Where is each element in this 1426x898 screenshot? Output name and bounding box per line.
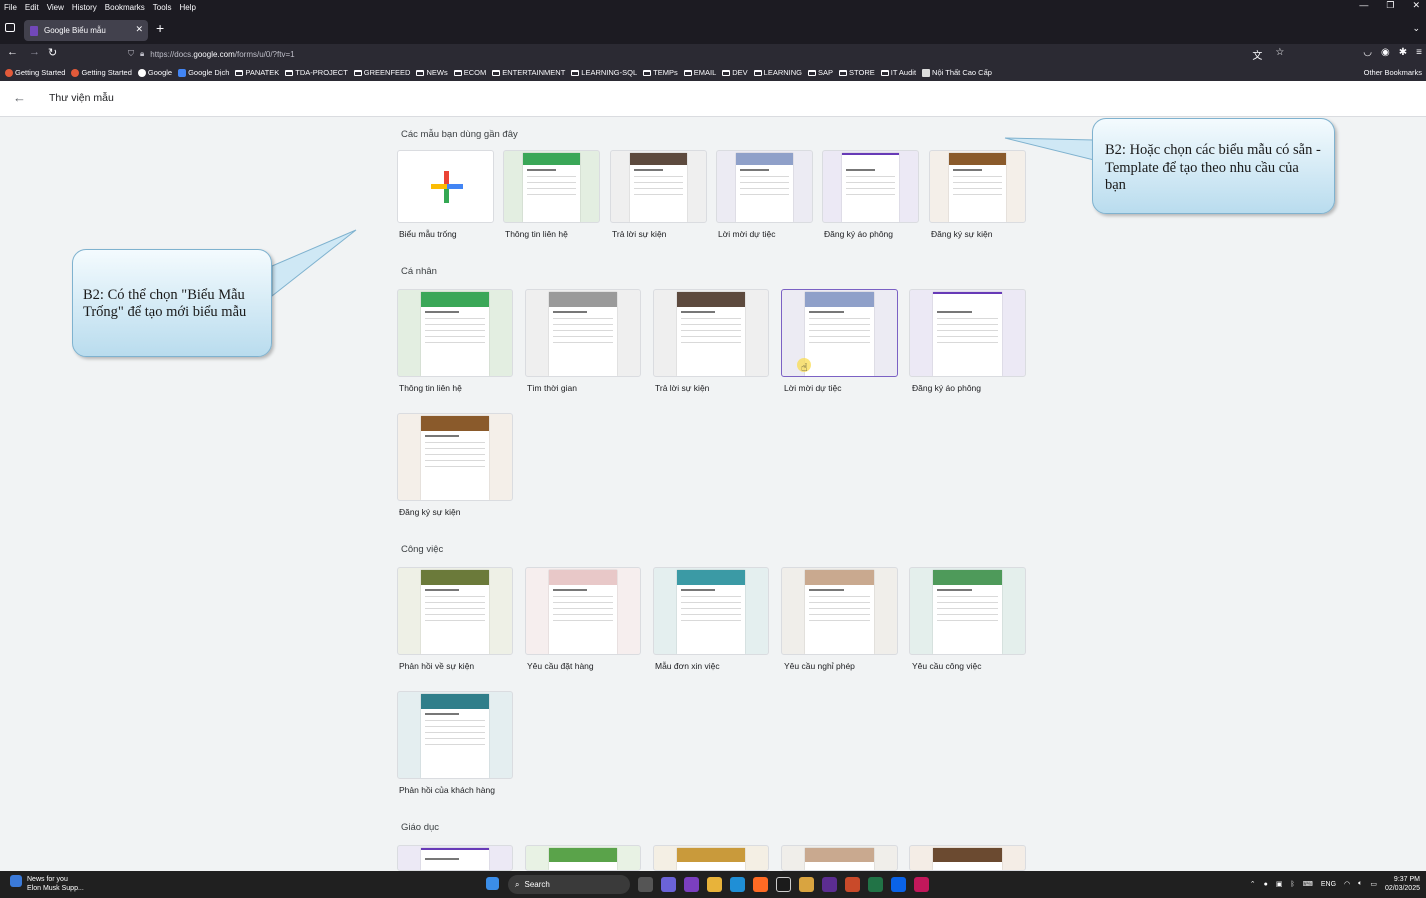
volume-icon[interactable]: 🔈︎ — [1358, 880, 1362, 888]
language-indicator[interactable]: ENG — [1321, 881, 1336, 888]
battery-icon[interactable]: ▭ — [1370, 880, 1377, 888]
taskbar-search[interactable]: ⌕ Search — [508, 875, 630, 894]
callout-right-text: B2: Hoặc chọn các biểu mẫu có sẵn - Temp… — [1105, 142, 1321, 193]
office-icon[interactable] — [845, 877, 860, 892]
excel-icon[interactable] — [868, 877, 883, 892]
copilot-icon[interactable] — [661, 877, 676, 892]
search-icon: ⌕ — [515, 879, 520, 889]
news-title: News for you — [27, 876, 68, 883]
clock-time: 9:37 PM — [1393, 876, 1420, 883]
system-tray: ⌃ ● ▣ ᛒ ⌨ ENG ◠ 🔈︎ ▭ 9:37 PM 02/03/2025 — [1250, 875, 1420, 893]
search-label: Search — [524, 880, 550, 889]
file-explorer-icon[interactable] — [707, 877, 722, 892]
news-widget[interactable]: News for you Elon Musk Supp... — [10, 875, 84, 893]
chevron-up-icon[interactable]: ⌃ — [1250, 880, 1256, 888]
app-icon[interactable] — [914, 877, 929, 892]
edge-icon[interactable] — [730, 877, 745, 892]
app-icon[interactable] — [799, 877, 814, 892]
windows-start-icon[interactable] — [486, 877, 499, 890]
tray-icon[interactable]: ● — [1264, 881, 1268, 888]
wifi-icon[interactable]: ◠ — [1344, 880, 1350, 888]
callout-right: B2: Hoặc chọn các biểu mẫu có sẵn - Temp… — [1092, 118, 1335, 214]
firefox-icon[interactable] — [753, 877, 768, 892]
callout-left: B2: Có thể chọn "Biểu Mẫu Trống" để tạo … — [72, 249, 272, 357]
clock-date: 02/03/2025 — [1384, 885, 1420, 892]
visual-studio-icon[interactable] — [684, 877, 699, 892]
vs-code-icon[interactable] — [822, 877, 837, 892]
keyboard-icon[interactable]: ⌨ — [1303, 880, 1313, 888]
news-subtitle: Elon Musk Supp... — [27, 885, 84, 892]
bluetooth-icon[interactable]: ᛒ — [1291, 881, 1295, 888]
news-icon — [10, 875, 22, 887]
clock[interactable]: 9:37 PM 02/03/2025 — [1385, 875, 1420, 893]
mouse-cursor: ☝ — [797, 358, 811, 374]
tray-icon[interactable]: ▣ — [1276, 880, 1283, 888]
store-icon[interactable] — [776, 877, 791, 892]
task-view-icon[interactable] — [638, 877, 653, 892]
hand-cursor-icon: ☝ — [801, 362, 808, 374]
zalo-icon[interactable] — [891, 877, 906, 892]
taskbar: News for you Elon Musk Supp... ⌕ Search ⌃… — [0, 871, 1426, 898]
callout-left-text: B2: Có thể chọn "Biểu Mẫu Trống" để tạo … — [83, 287, 247, 320]
